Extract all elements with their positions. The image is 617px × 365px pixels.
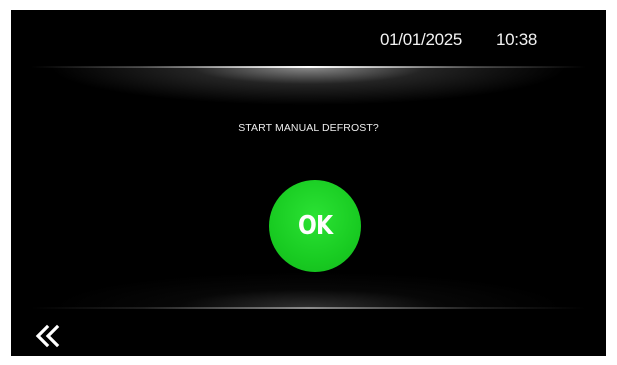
- header-bar: 01/01/2025 10:38: [11, 10, 606, 66]
- double-chevron-left-icon: [35, 324, 60, 348]
- header-glow: [51, 67, 566, 105]
- hmi-screen: 01/01/2025 10:38 START MANUAL DEFROST? O…: [11, 10, 606, 356]
- defrost-prompt: START MANUAL DEFROST?: [238, 122, 379, 134]
- ok-button[interactable]: OK: [269, 180, 361, 272]
- back-button[interactable]: [33, 323, 63, 349]
- ok-button-label: OK: [297, 211, 333, 241]
- time-display: 10:38: [496, 30, 538, 49]
- date-display: 01/01/2025: [380, 30, 463, 49]
- footer-divider: [31, 307, 586, 309]
- footer-glow: [51, 272, 566, 307]
